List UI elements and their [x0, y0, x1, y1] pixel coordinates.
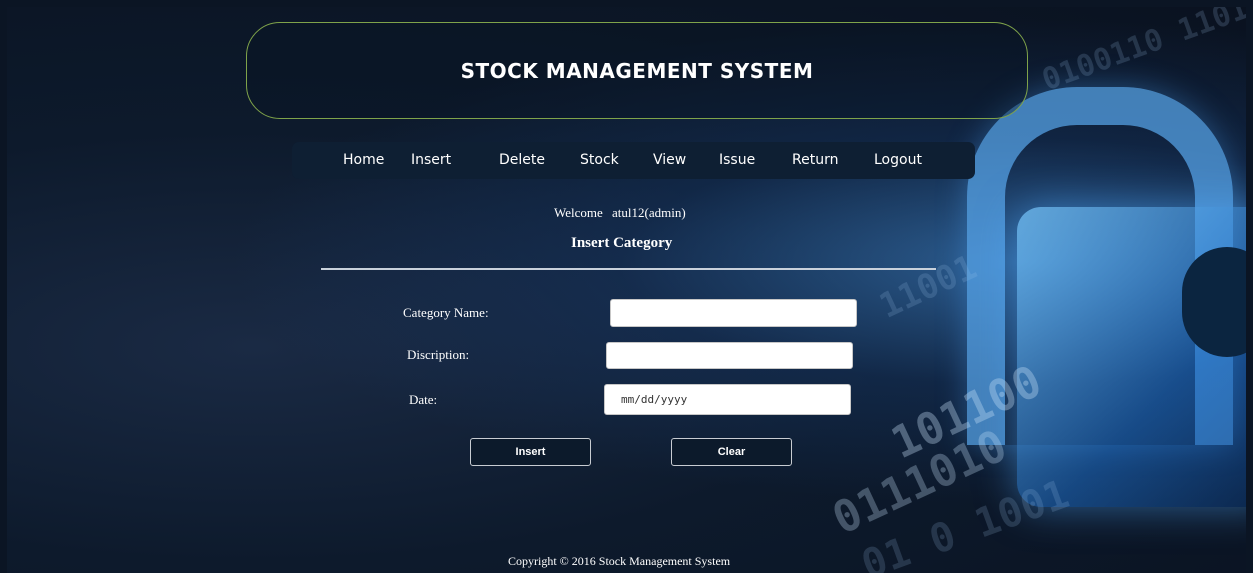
main-navbar: Home Insert Delete Stock View Issue Retu…: [292, 142, 975, 179]
category-name-label: Category Name:: [403, 305, 489, 320]
nav-return[interactable]: Return: [792, 152, 838, 168]
description-input[interactable]: [606, 342, 853, 369]
nav-stock[interactable]: Stock: [580, 152, 619, 168]
welcome-user: atul12(admin): [612, 205, 686, 220]
nav-logout[interactable]: Logout: [874, 152, 922, 168]
title-divider: [321, 268, 936, 270]
keyhole-graphic: [1182, 247, 1246, 357]
binary-texture: 0100110 1101: [1037, 7, 1246, 99]
nav-view[interactable]: View: [653, 152, 686, 168]
welcome-prefix: Welcome: [554, 205, 603, 220]
date-label: Date:: [409, 392, 438, 407]
description-label: Discription:: [407, 347, 470, 362]
category-name-input[interactable]: [610, 299, 857, 327]
nav-insert[interactable]: Insert: [411, 152, 451, 168]
nav-delete[interactable]: Delete: [499, 152, 545, 168]
header-banner: STOCK MANAGEMENT SYSTEM: [246, 22, 1028, 119]
date-input[interactable]: mm/dd/yyyy: [604, 384, 851, 415]
app-title: STOCK MANAGEMENT SYSTEM: [460, 58, 814, 83]
footer-copyright: Copyright © 2016 Stock Management System: [508, 554, 731, 568]
page-title: Insert Category: [571, 235, 673, 251]
welcome-message: Welcome atul12(admin): [554, 205, 692, 221]
nav-home[interactable]: Home: [343, 152, 384, 168]
clear-button[interactable]: Clear: [671, 438, 792, 466]
insert-button[interactable]: Insert: [470, 438, 591, 466]
nav-issue[interactable]: Issue: [719, 152, 755, 168]
